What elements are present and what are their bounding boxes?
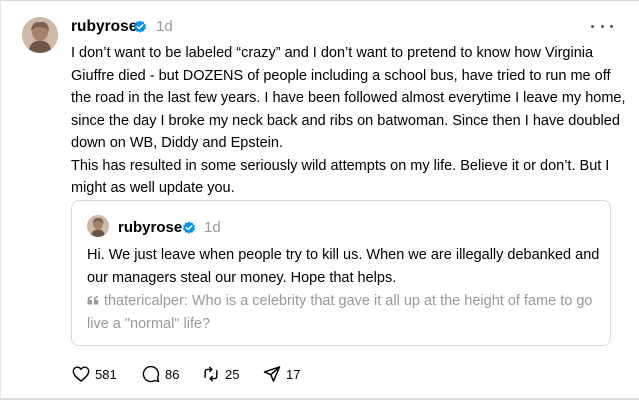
like-button[interactable]: 581	[71, 362, 117, 386]
repost-count: 25	[225, 366, 240, 382]
quoted-post-avatar[interactable]	[87, 215, 109, 237]
quoted-post-timestamp: 1d	[204, 219, 221, 236]
quote-mark-icon	[87, 295, 99, 305]
share-count: 17	[286, 366, 301, 382]
post-paragraph: This has resulted in some seriously wild…	[71, 157, 610, 197]
comment-icon	[142, 365, 160, 383]
reply-count: 86	[165, 366, 180, 382]
frame-left-border	[0, 0, 1, 400]
referenced-post-handle[interactable]: thatericalper	[104, 293, 184, 309]
post-author[interactable]: rubyrose	[71, 18, 137, 36]
reply-button[interactable]: 86	[141, 362, 179, 386]
share-button[interactable]: 17	[262, 362, 300, 386]
quoted-post-author[interactable]: rubyrose	[118, 219, 182, 236]
verified-badge-icon	[134, 20, 146, 33]
share-icon	[263, 366, 281, 382]
quoted-post-body: Hi. We just leave when people try to kil…	[87, 247, 600, 286]
frame-top-border	[0, 0, 639, 1]
more-horizontal-icon	[591, 24, 594, 28]
verified-badge-icon	[183, 221, 195, 234]
more-options-button[interactable]	[591, 18, 613, 34]
post-timestamp: 1d	[156, 18, 173, 35]
repost-button[interactable]: 25	[201, 362, 239, 386]
avatar[interactable]	[22, 17, 58, 53]
referenced-post[interactable]: thatericalper: Who is a celebrity that g…	[87, 290, 607, 336]
heart-icon	[72, 366, 90, 382]
post-body: I don’t want to be labeled “crazy” and I…	[71, 42, 631, 200]
post-paragraph: I don’t want to be labeled “crazy” and I…	[71, 45, 626, 151]
like-count: 581	[95, 366, 117, 382]
repost-icon	[204, 366, 218, 382]
